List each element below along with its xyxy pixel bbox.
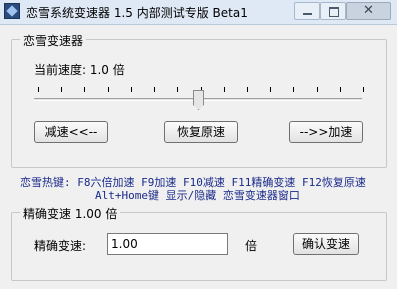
slider-tick xyxy=(84,87,85,92)
hotkeys-line-1: 恋雪热键: F8六倍加速 F9加速 F10减速 F11精确变速 F12恢复原速 xyxy=(20,176,366,189)
slider-tick xyxy=(317,87,318,92)
slow-down-button[interactable]: 减速<<-- xyxy=(34,121,108,143)
unit-label: 倍 xyxy=(245,239,258,253)
reset-speed-button[interactable]: 恢复原速 xyxy=(164,121,238,143)
main-window: 恋雪系统变速器 1.5 内部测试专版 Beta1 ✕ 恋雪变速器 当前速度: 1… xyxy=(0,0,397,289)
slider-tick xyxy=(177,87,178,92)
precise-field-label: 精确变速: xyxy=(34,239,87,253)
slider-tick xyxy=(38,87,39,92)
slider-tick xyxy=(61,87,62,92)
slider-tick xyxy=(363,87,364,92)
slider-tick xyxy=(154,87,155,92)
minimize-button[interactable] xyxy=(294,2,320,20)
speed-group-title: 恋雪变速器 xyxy=(20,32,87,49)
speed-up-button[interactable]: -->>加速 xyxy=(289,121,363,143)
slider-tick xyxy=(108,87,109,92)
maximize-button[interactable] xyxy=(320,2,346,20)
precise-speed-input[interactable] xyxy=(107,233,228,255)
hotkeys-line-2: Alt+Home键 显示/隐藏 恋雪变速器窗口 xyxy=(95,189,300,202)
slider-tick xyxy=(131,87,132,92)
slider-tick xyxy=(224,87,225,92)
current-speed-label: 当前速度: 1.0 倍 xyxy=(34,63,125,77)
slider-tick xyxy=(293,87,294,92)
title-bar[interactable]: 恋雪系统变速器 1.5 内部测试专版 Beta1 ✕ xyxy=(0,0,397,25)
app-icon xyxy=(4,3,20,19)
close-icon: ✕ xyxy=(363,3,374,18)
slider-tick xyxy=(340,87,341,92)
confirm-speed-button[interactable]: 确认变速 xyxy=(293,233,359,255)
window-title: 恋雪系统变速器 1.5 内部测试专版 Beta1 xyxy=(26,6,248,20)
close-button[interactable]: ✕ xyxy=(346,2,391,20)
hotkeys-text: 恋雪热键: F8六倍加速 F9加速 F10减速 F11精确变速 F12恢复原速 … xyxy=(20,176,390,202)
precise-group-title: 精确变速 1.00 倍 xyxy=(20,205,121,222)
slider-tick xyxy=(247,87,248,92)
slider-tick xyxy=(270,87,271,92)
